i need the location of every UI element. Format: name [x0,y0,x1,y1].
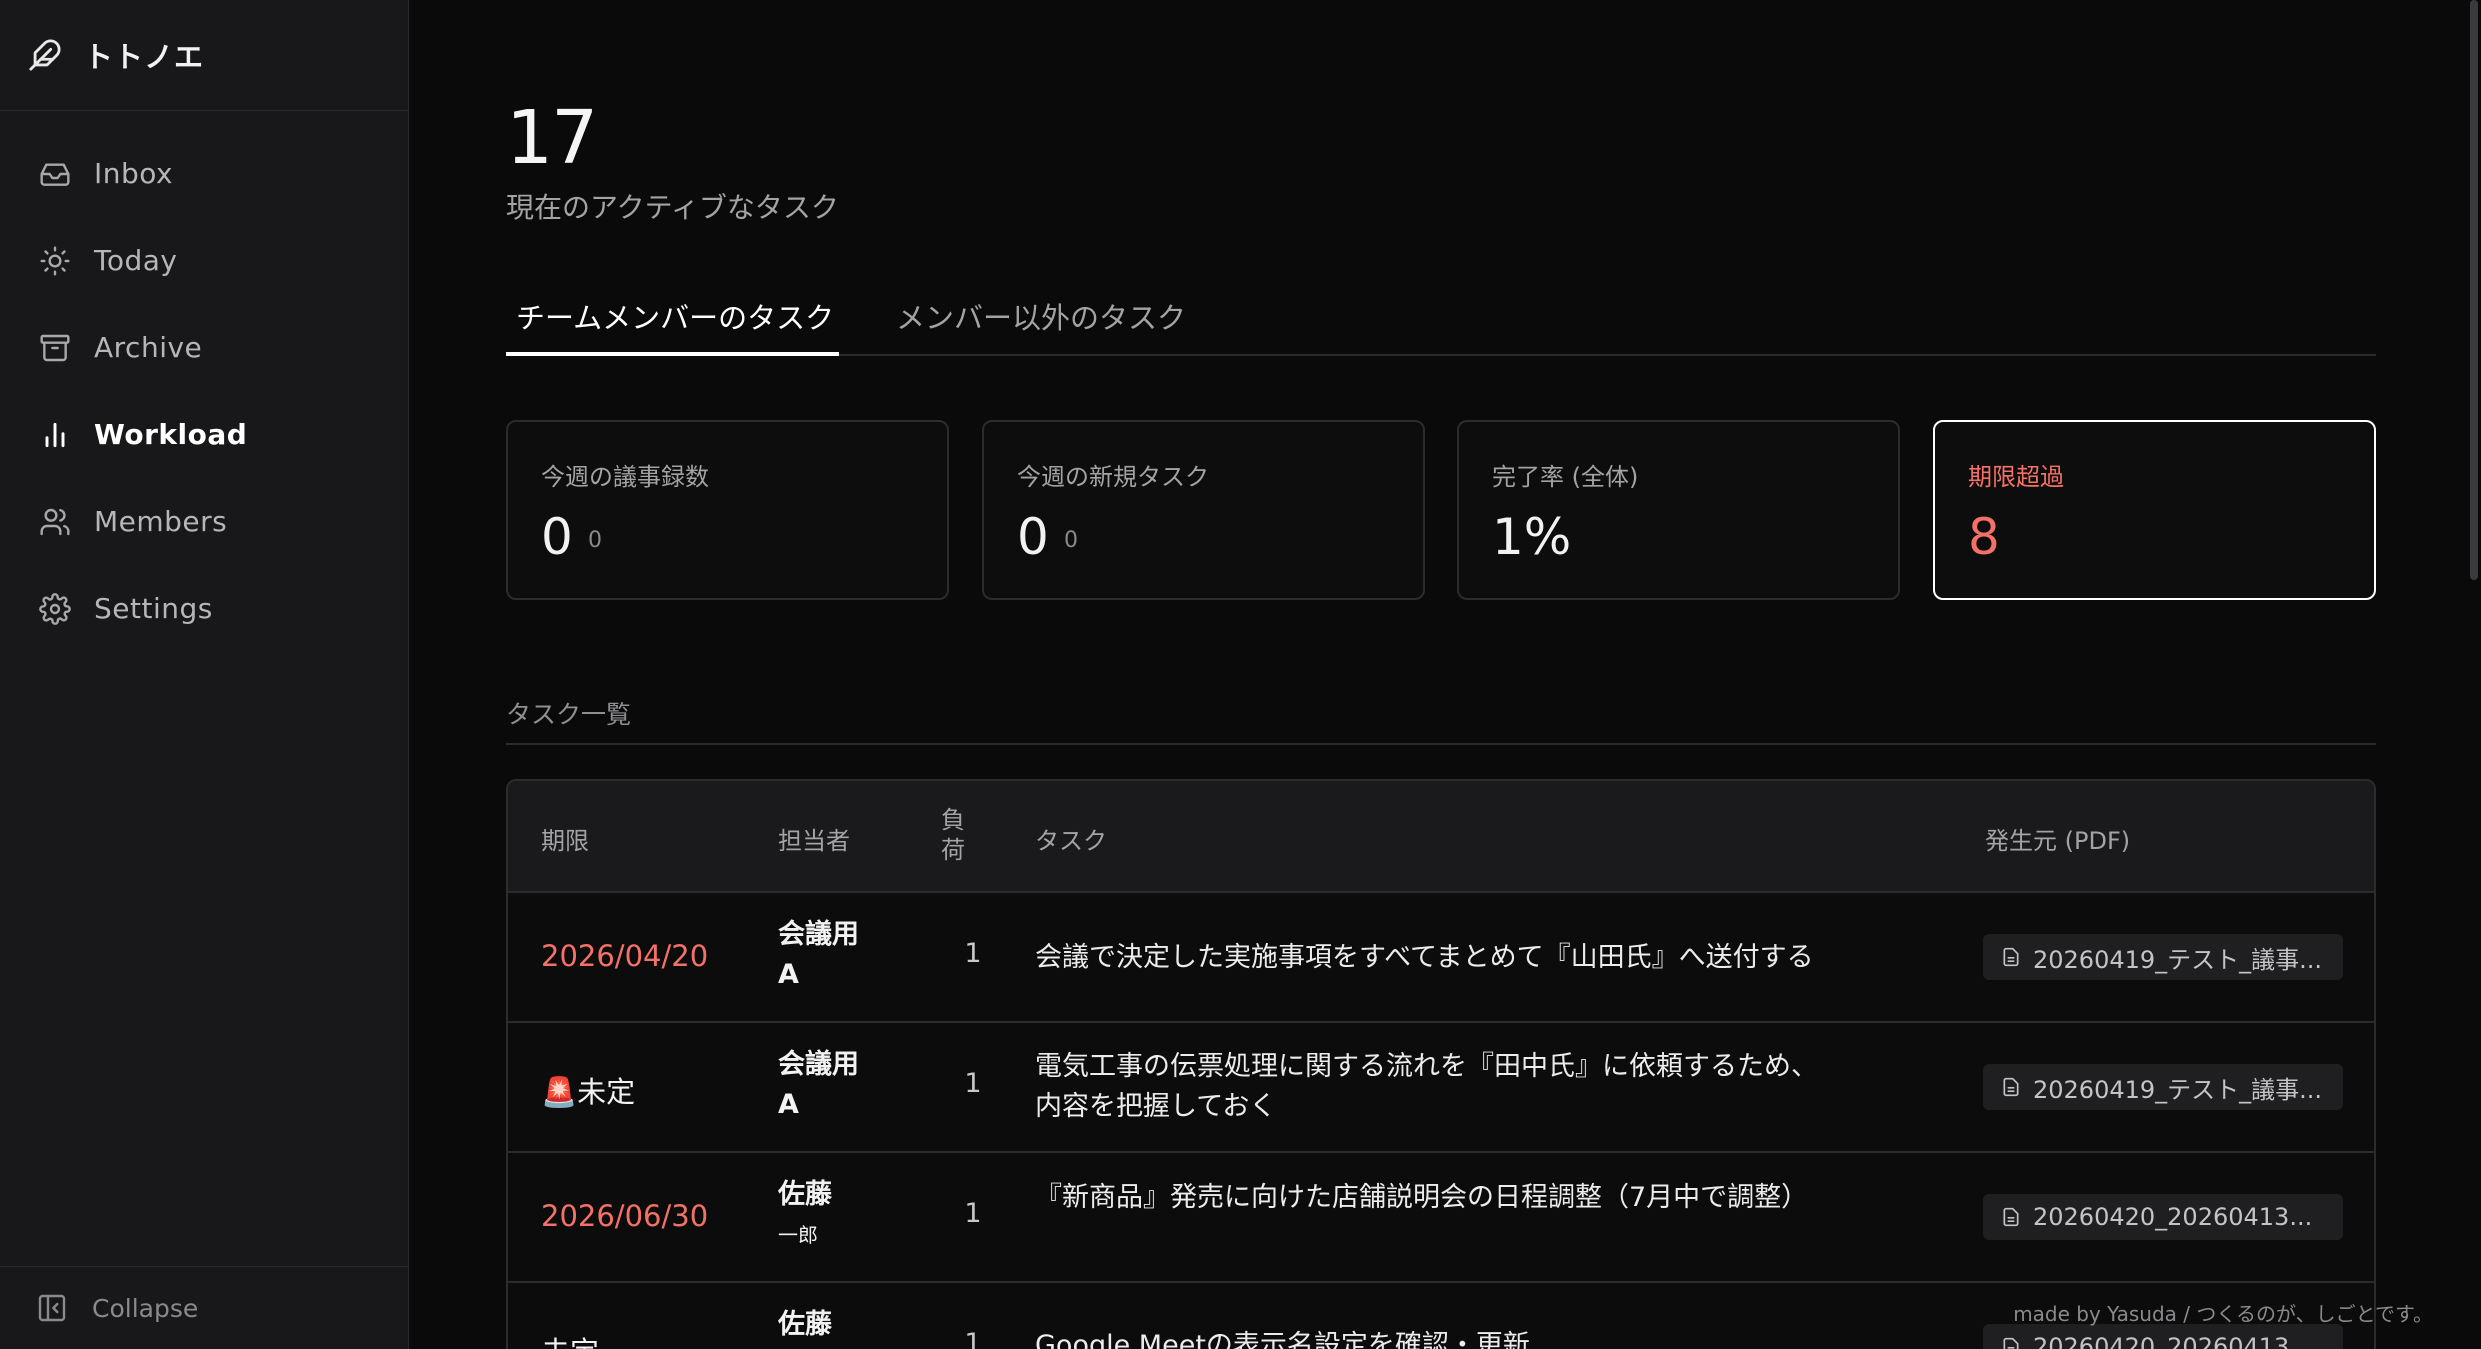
sidebar-item-archive[interactable]: Archive [0,304,408,391]
stat-title: 今週の新規タスク [1017,463,1209,491]
task-text: 電気工事の伝票処理に関する流れを『田中氏』に依頼するため、内容を把握しておく [1035,1051,1818,1122]
tab-team-members[interactable]: チームメンバーのタスク [516,276,834,356]
page-subtitle: 現在のアクティブなタスク [506,191,839,224]
stat-title: 期限超過 [1968,463,2064,491]
sidebar-item-label: Settings [94,592,213,625]
archive-icon [38,331,72,365]
source-pdf-name: 20260420_20260413... [2033,1203,2313,1231]
footer-credit: made by Yasuda / つくるのが、しごとです。 [2013,1302,2433,1326]
sidebar-item-members[interactable]: Members [0,478,408,565]
stat-title: 完了率 (全体) [1492,463,1639,491]
header-source: 発生元 (PDF) [1985,827,2131,855]
scrollbar-thumb[interactable] [2470,0,2478,580]
task-table: 期限 担当者 負荷 タスク 発生元 (PDF) 2026/04/20 会議用A … [506,779,2376,1349]
sidebar-item-label: Today [94,244,178,277]
sidebar-item-label: Inbox [94,157,174,190]
load-value: 1 [964,1328,982,1349]
document-icon [2003,1207,2019,1227]
sidebar-item-settings[interactable]: Settings [0,565,408,652]
stat-sub: 0 [1064,528,1078,553]
task-text: 『新商品』発売に向けた店舗説明会の日程調整（7月中で調整） [1035,1182,1809,1213]
stat-card-minutes: 今週の議事録数 0 0 [506,420,949,600]
stat-value: 0 [1017,508,1049,566]
active-task-count: 17 [506,95,598,181]
sidebar: トトノエ Inbox Today Archive Workload Member… [0,0,409,1349]
table-row[interactable]: 2026/06/30 佐藤 一郎 1 『新商品』発売に向けた店舗説明会の日程調整… [508,1153,2374,1283]
table-row[interactable]: 🚨未定 会議用A 1 電気工事の伝票処理に関する流れを『田中氏』に依頼するため、… [508,1023,2374,1153]
section-title: タスク一覧 [506,700,632,729]
due-date: 2026/06/30 [541,1199,709,1233]
active-tab-indicator [506,352,839,356]
source-pdf-name: 20260419_テスト_議事... [2033,1075,2323,1104]
stat-sub: 0 [588,528,602,553]
sidebar-nav: Inbox Today Archive Workload Members Set… [0,111,408,652]
sun-icon [38,244,72,278]
header-load[interactable]: 負荷 [938,805,968,865]
document-icon [2003,1337,2019,1349]
header-assignee[interactable]: 担当者 [778,821,850,856]
assignee: 佐藤 一郎 [778,1175,832,1255]
due-date: 2026/04/20 [541,939,709,973]
header-task: タスク [1035,827,1107,855]
assignee-given-name: 一郎 [778,1223,818,1247]
table-header: 期限 担当者 負荷 タスク 発生元 (PDF) [508,781,2374,893]
tab-bar: チームメンバーのタスク メンバー以外のタスク [506,276,2376,356]
divider [506,743,2376,745]
source-pdf-chip[interactable]: 20260420_20260413... [1983,1194,2343,1240]
feather-icon [29,39,61,71]
source-pdf-name: 20260420_20260413... [2033,1333,2313,1349]
sidebar-item-inbox[interactable]: Inbox [0,130,408,217]
tab-non-members[interactable]: メンバー以外のタスク [896,276,1186,356]
collapse-label: Collapse [92,1293,199,1323]
stat-value: 1% [1492,508,1572,566]
stat-title: 今週の議事録数 [541,463,709,491]
stat-card-new-tasks: 今週の新規タスク 0 0 [982,420,1425,600]
table-row[interactable]: 2026/04/20 会議用A 1 会議で決定した実施事項をすべてまとめて『山田… [508,893,2374,1023]
inbox-icon [38,157,72,191]
load-value: 1 [964,1068,982,1099]
sidebar-item-today[interactable]: Today [0,217,408,304]
load-value: 1 [964,1198,982,1229]
source-pdf-chip[interactable]: 20260419_テスト_議事... [1983,934,2343,980]
source-pdf-chip[interactable]: 20260419_テスト_議事... [1983,1064,2343,1110]
sidebar-item-workload[interactable]: Workload [0,391,408,478]
scrollbar[interactable] [2467,0,2481,1349]
stat-card-overdue[interactable]: 期限超過 8 [1933,420,2376,600]
gear-icon [38,592,72,626]
stat-value: 8 [1968,508,2000,566]
assignee: 佐藤 [778,1309,832,1340]
stat-cards: 今週の議事録数 0 0 今週の新規タスク 0 0 完了率 (全体) 1% 期限超… [506,420,2376,600]
sidebar-item-label: Workload [94,418,248,451]
sidebar-collapse-icon [38,1294,66,1322]
sidebar-item-label: Members [94,505,228,538]
source-pdf-name: 20260419_テスト_議事... [2033,945,2323,974]
document-icon [2003,1077,2019,1097]
task-text: Google Meetの表示名設定を確認・更新 [1035,1330,1530,1349]
app-name: トトノエ [84,40,205,74]
header-due[interactable]: 期限 [541,821,589,856]
document-icon [2003,947,2019,967]
bar-chart-icon [38,418,72,452]
brand[interactable]: トトノエ [0,0,408,111]
stat-card-completion-rate: 完了率 (全体) 1% [1457,420,1900,600]
source-pdf-chip[interactable]: 20260420_20260413... [1983,1324,2343,1349]
assignee-name: 佐藤 [778,1179,832,1210]
stat-value: 0 [541,508,573,566]
load-value: 1 [964,938,982,969]
sidebar-item-label: Archive [94,331,203,364]
collapse-button[interactable]: Collapse [0,1266,408,1349]
assignee: 会議用A [778,919,859,990]
due-date: 🚨未定 [541,1075,636,1109]
task-text: 会議で決定した実施事項をすべてまとめて『山田氏』へ送付する [1035,942,1814,973]
users-icon [38,505,72,539]
due-date: 未定 [541,1329,599,1349]
assignee: 会議用A [778,1049,859,1120]
